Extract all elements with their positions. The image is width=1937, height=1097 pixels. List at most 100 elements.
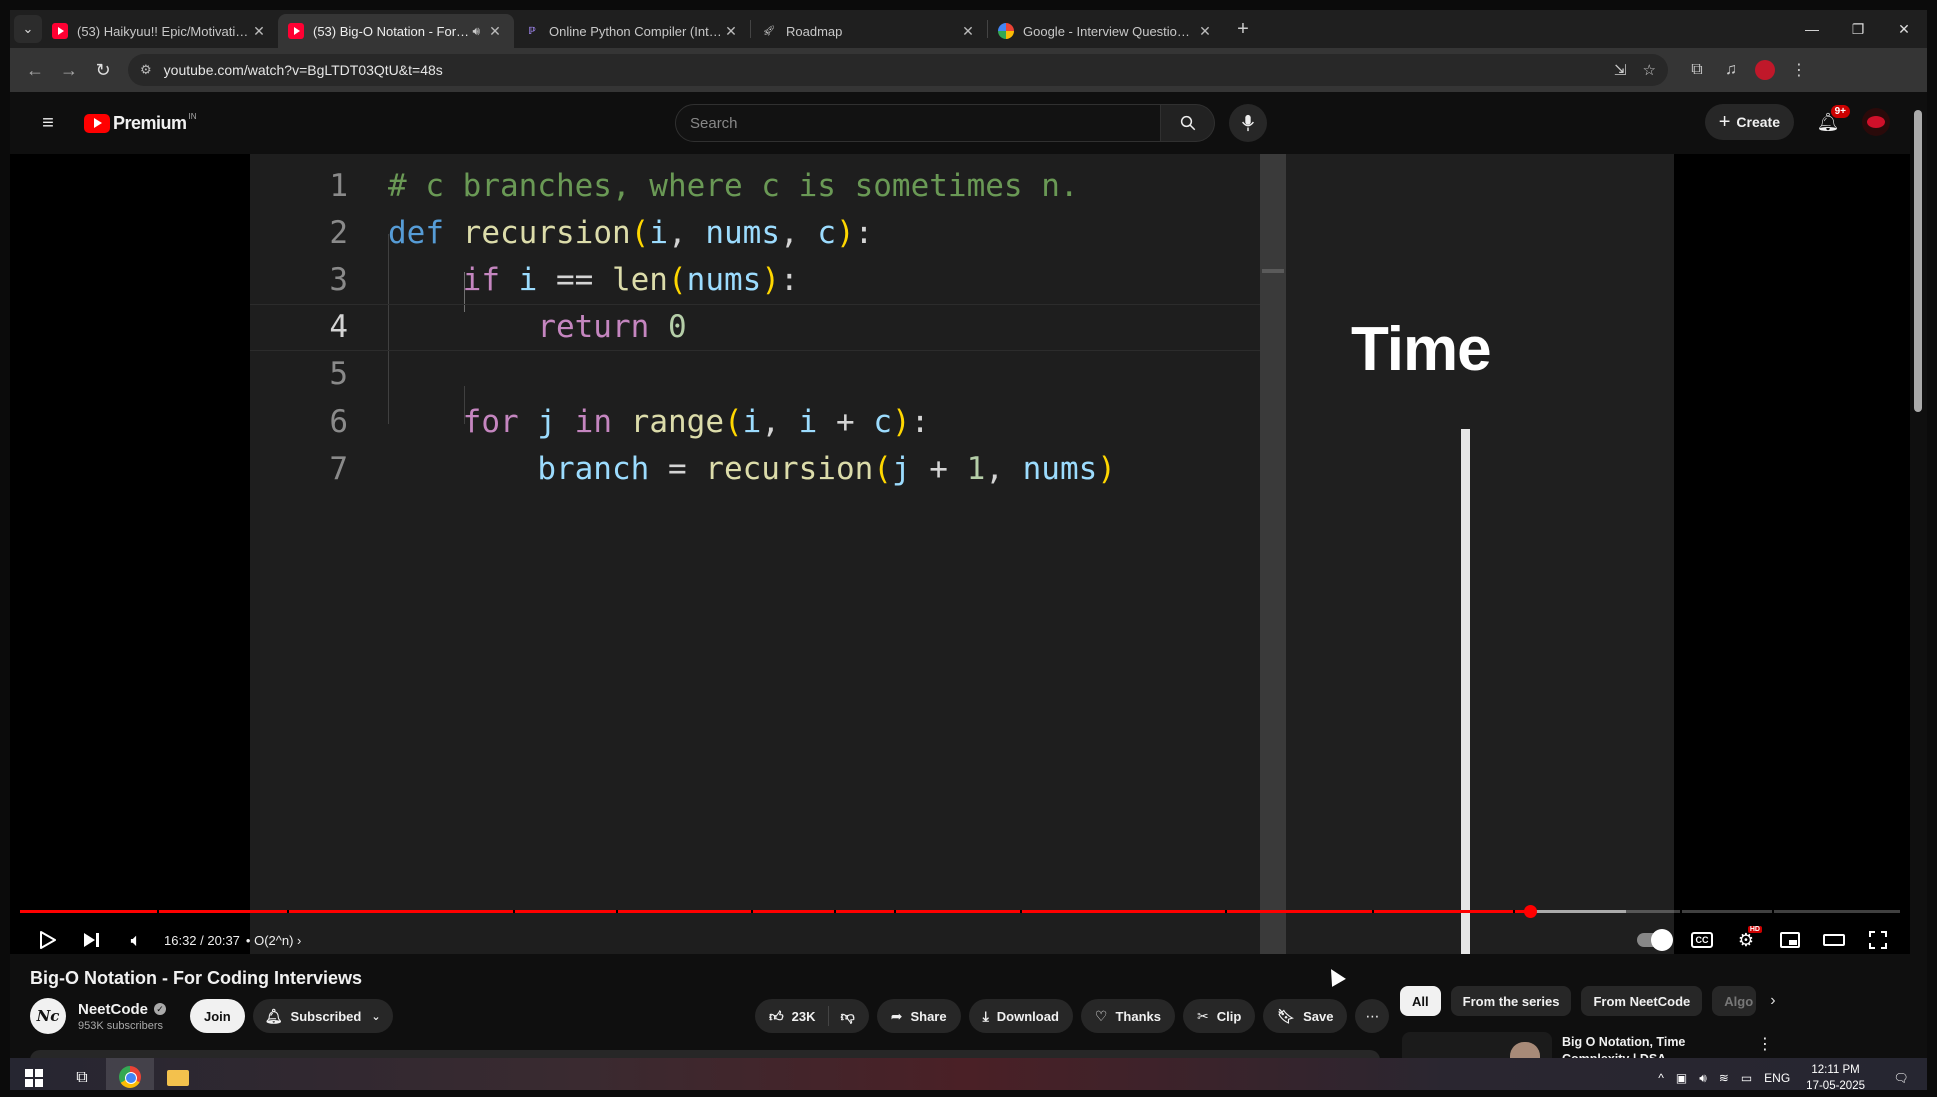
time-panel-title: Time bbox=[1351, 315, 1492, 384]
notification-center-icon[interactable]: 🗨︎ bbox=[1881, 1071, 1921, 1085]
restore-icon[interactable]: ❐ bbox=[1835, 10, 1881, 48]
browser-tab[interactable]: 🚀︎ Roadmap ✕ bbox=[751, 14, 987, 48]
code-token: , bbox=[779, 214, 818, 251]
related-video-menu-icon[interactable]: ⋮ bbox=[1757, 1034, 1773, 1054]
language-indicator[interactable]: ENG bbox=[1764, 1071, 1790, 1085]
site-info-icon[interactable]: ⚙ bbox=[140, 62, 152, 78]
subtitles-button[interactable]: CC bbox=[1680, 922, 1724, 954]
minimize-icon[interactable]: — bbox=[1789, 10, 1835, 48]
browser-tab[interactable]: Google - Interview Questions | l ✕ bbox=[988, 14, 1224, 48]
browser-tab[interactable]: (53) Haikyuu!! Epic/Motivational ✕ bbox=[42, 14, 278, 48]
like-dislike-group: 👍︎ 23K 👎︎ bbox=[755, 999, 869, 1033]
create-button[interactable]: + Create bbox=[1704, 104, 1794, 140]
clock[interactable]: 12:11 PM 17-05-2025 bbox=[1806, 1062, 1865, 1090]
channel-name[interactable]: NeetCode bbox=[78, 1001, 148, 1018]
code-token: i bbox=[742, 403, 762, 440]
notifications-button[interactable]: 🔔︎ 9+ bbox=[1808, 104, 1850, 133]
join-button[interactable]: Join bbox=[190, 999, 245, 1033]
reload-button[interactable]: ↻ bbox=[86, 53, 120, 87]
browser-menu-icon[interactable]: ⋮ bbox=[1782, 60, 1816, 80]
close-icon[interactable]: ✕ bbox=[1881, 10, 1927, 48]
filter-chip[interactable]: From the series bbox=[1450, 986, 1572, 1016]
menu-icon[interactable]: ≡ bbox=[28, 112, 68, 135]
fullscreen-button[interactable] bbox=[1856, 922, 1900, 954]
task-view-icon: ⧉ bbox=[76, 1069, 88, 1086]
filter-chip[interactable]: Algo bbox=[1712, 986, 1757, 1016]
thanks-button[interactable]: ♡ Thanks bbox=[1080, 999, 1175, 1033]
battery-icon[interactable]: ▭ bbox=[1741, 1071, 1752, 1085]
rocket-icon: 🚀︎ bbox=[762, 25, 776, 37]
page-scroll-thumb[interactable] bbox=[1914, 110, 1922, 412]
search-button[interactable] bbox=[1161, 104, 1215, 142]
install-app-icon[interactable]: ⇲ bbox=[1614, 61, 1627, 79]
code-token: range bbox=[630, 403, 724, 440]
speaker-icon[interactable]: 🔊︎ bbox=[1699, 1071, 1707, 1086]
forward-button[interactable]: → bbox=[52, 53, 86, 87]
tab-close-icon[interactable]: ✕ bbox=[959, 23, 977, 40]
start-button[interactable] bbox=[10, 1058, 58, 1090]
address-bar[interactable]: ⚙ youtube.com/watch?v=BgLTDT03QtU&t=48s … bbox=[128, 54, 1668, 86]
youtube-logo[interactable]: Premium IN bbox=[84, 112, 197, 134]
channel-info: NeetCode ✓ 953K subscribers bbox=[78, 1001, 167, 1032]
page-scrollbar[interactable] bbox=[1910, 92, 1927, 1090]
clip-button[interactable]: ✂ Clip bbox=[1182, 999, 1256, 1033]
chevron-right-icon[interactable]: › bbox=[1770, 992, 1775, 1010]
channel-avatar[interactable]: Nc bbox=[30, 998, 66, 1034]
more-actions-button[interactable]: ⋯ bbox=[1355, 999, 1390, 1033]
extensions-icon[interactable]: ⧉ bbox=[1680, 61, 1714, 79]
chevron-down-icon: ⌄ bbox=[371, 1010, 381, 1023]
wifi-icon[interactable]: ≋ bbox=[1719, 1071, 1729, 1085]
dislike-button[interactable]: 👎︎ bbox=[829, 1008, 869, 1025]
next-button[interactable] bbox=[70, 922, 114, 954]
save-button[interactable]: 🔖︎ Save bbox=[1263, 999, 1348, 1033]
video-player[interactable]: 1 # c branches, where c is sometimes n. 2 d… bbox=[10, 154, 1910, 954]
scissors-icon: ✂ bbox=[1196, 1007, 1209, 1024]
autoplay-toggle[interactable] bbox=[1636, 922, 1680, 954]
code-token: 0 bbox=[667, 309, 687, 346]
code-text: for j in range(i, i + c): bbox=[388, 403, 930, 440]
taskbar-chrome[interactable] bbox=[106, 1058, 154, 1090]
chevron-up-icon[interactable]: ^ bbox=[1658, 1071, 1664, 1085]
back-button[interactable]: ← bbox=[18, 53, 52, 87]
bookmark-star-icon[interactable]: ☆ bbox=[1643, 61, 1656, 79]
tab-close-icon[interactable]: ✕ bbox=[1196, 23, 1214, 40]
progress-bar[interactable] bbox=[20, 905, 1900, 918]
tab-close-icon[interactable]: ✕ bbox=[486, 23, 504, 40]
task-view-button[interactable]: ⧉ bbox=[58, 1058, 106, 1090]
search-input[interactable]: Search bbox=[675, 104, 1161, 142]
filter-chip[interactable]: From NeetCode bbox=[1581, 986, 1703, 1016]
download-button[interactable]: ⤓ Download bbox=[968, 999, 1073, 1033]
url-text[interactable]: youtube.com/watch?v=BgLTDT03QtU&t=48s bbox=[164, 62, 1598, 78]
share-button[interactable]: ➦ Share bbox=[876, 999, 961, 1033]
mute-button[interactable]: 🔈︎ bbox=[114, 922, 158, 954]
tab-audio-icon[interactable]: 🔊︎ bbox=[472, 24, 480, 39]
code-token: i bbox=[798, 403, 818, 440]
editor-scroll-thumb bbox=[1262, 269, 1284, 273]
voice-search-button[interactable] bbox=[1229, 104, 1267, 142]
browser-tab[interactable]: (53) Big-O Notation - For Co 🔊︎ ✕ bbox=[278, 14, 514, 48]
tab-close-icon[interactable]: ✕ bbox=[250, 23, 268, 40]
autoplay-toggle-icon bbox=[1637, 929, 1673, 951]
search-placeholder: Search bbox=[690, 114, 738, 132]
profile-avatar[interactable] bbox=[1755, 60, 1775, 80]
tab-close-icon[interactable]: ✕ bbox=[722, 23, 740, 40]
like-button[interactable]: 👍︎ 23K bbox=[755, 1006, 829, 1026]
browser-tab[interactable]: ℙ Online Python Compiler (Interp ✕ bbox=[514, 14, 750, 48]
play-button[interactable] bbox=[26, 922, 70, 954]
meet-now-icon[interactable]: ▣ bbox=[1676, 1071, 1687, 1085]
account-avatar[interactable] bbox=[1862, 108, 1890, 136]
miniplayer-button[interactable] bbox=[1768, 922, 1812, 954]
theater-mode-button[interactable] bbox=[1812, 922, 1856, 954]
subscribed-button[interactable]: 🔔︎ Subscribed ⌄ bbox=[252, 999, 393, 1033]
media-control-icon[interactable]: ♫ bbox=[1714, 61, 1748, 79]
new-tab-button[interactable]: + bbox=[1228, 18, 1258, 41]
chapter-marker bbox=[834, 910, 837, 913]
code-text: return 0 bbox=[388, 309, 687, 346]
chapter-button[interactable]: • O(2^n) › bbox=[246, 933, 301, 948]
scrubber-knob[interactable] bbox=[1523, 905, 1537, 918]
taskbar-file-explorer[interactable] bbox=[154, 1058, 202, 1090]
filter-chip[interactable]: All bbox=[1400, 986, 1441, 1016]
settings-button[interactable]: ⚙ HD bbox=[1724, 922, 1768, 954]
tab-search-button[interactable]: ⌄ bbox=[14, 15, 42, 43]
